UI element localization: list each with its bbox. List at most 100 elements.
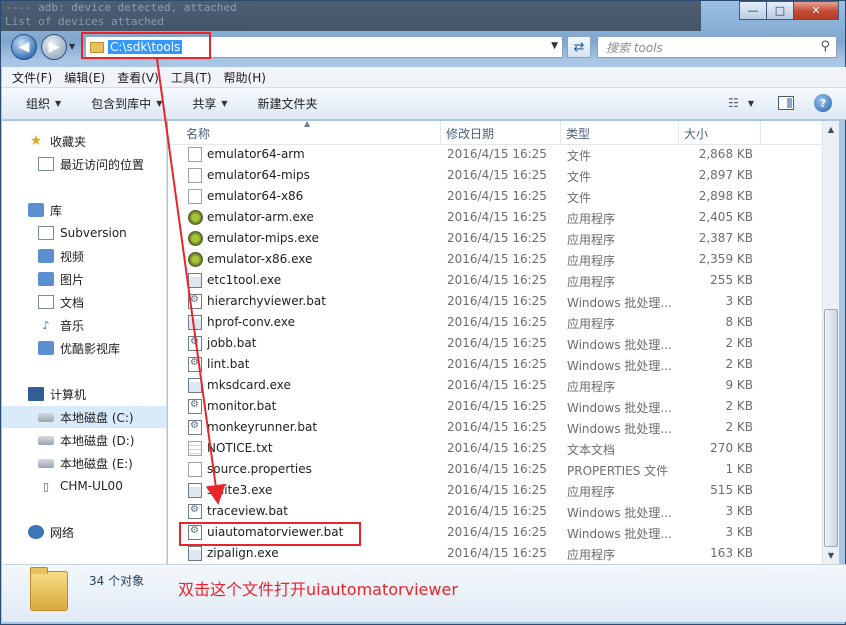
- column-size[interactable]: 大小: [684, 125, 708, 142]
- file-row[interactable]: monitor.bat 2016/4/15 16:25 Windows 批处理...…: [168, 396, 822, 417]
- search-box[interactable]: 搜索 tools ⚲: [597, 36, 837, 58]
- nav-favorites[interactable]: ★ 收藏夹: [2, 130, 166, 152]
- nav-videos[interactable]: 视频: [2, 245, 166, 267]
- file-name: etc1tool.exe: [207, 273, 282, 287]
- file-row[interactable]: NOTICE.txt 2016/4/15 16:25 文本文档 270 KB: [168, 438, 822, 459]
- nav-network[interactable]: 网络: [2, 521, 166, 543]
- nav-drive-e[interactable]: 本地磁盘 (E:): [2, 452, 166, 474]
- refresh-button[interactable]: ⇄: [567, 36, 591, 58]
- share-button[interactable]: 共享 ▼: [192, 95, 227, 112]
- column-divider[interactable]: [760, 121, 761, 145]
- file-type: Windows 批处理...: [567, 401, 672, 415]
- file-name: emulator64-arm: [207, 147, 305, 161]
- file-type: Windows 批处理...: [567, 422, 672, 436]
- new-folder-button[interactable]: 新建文件夹: [258, 95, 318, 112]
- menu-help[interactable]: 帮助(H): [224, 69, 266, 86]
- file-date: 2016/4/15 16:25: [447, 273, 547, 287]
- nav-documents[interactable]: 文档: [2, 291, 166, 313]
- nav-libraries[interactable]: 库: [2, 199, 166, 221]
- chevron-down-icon: ▼: [156, 99, 163, 108]
- file-row[interactable]: emulator-mips.exe 2016/4/15 16:25 应用程序 2,38…: [168, 228, 822, 249]
- file-row[interactable]: emulator64-mips 2016/4/15 16:25 文件 2,897 KB: [168, 165, 822, 186]
- column-name[interactable]: 名称: [186, 125, 210, 142]
- file-row[interactable]: emulator-arm.exe 2016/4/15 16:25 应用程序 2,405…: [168, 207, 822, 228]
- column-date[interactable]: 修改日期: [446, 125, 494, 142]
- scroll-thumb[interactable]: [824, 309, 838, 547]
- file-row[interactable]: emulator64-x86 2016/4/15 16:25 文件 2,898 KB: [168, 186, 822, 207]
- view-dropdown-icon[interactable]: ▼: [748, 99, 754, 108]
- menu-edit[interactable]: 编辑(E): [64, 69, 105, 86]
- file-row[interactable]: source.properties 2016/4/15 16:25 PROPERTI…: [168, 459, 822, 480]
- file-type: Windows 批处理...: [567, 527, 672, 541]
- file-row[interactable]: etc1tool.exe 2016/4/15 16:25 应用程序 255 KB: [168, 270, 822, 291]
- view-options-icon[interactable]: ☷: [728, 96, 739, 110]
- file-row[interactable]: zipalign.exe 2016/4/15 16:25 应用程序 163 KB: [168, 543, 822, 564]
- file-file-icon: [188, 147, 202, 162]
- nav-music[interactable]: ♪ 音乐: [2, 314, 166, 336]
- close-button[interactable]: ✕: [793, 1, 839, 20]
- nav-youku-library[interactable]: 优酷影视库: [2, 337, 166, 359]
- back-button[interactable]: ◀: [11, 34, 37, 60]
- file-row[interactable]: emulator64-arm 2016/4/15 16:25 文件 2,868 KB: [168, 144, 822, 165]
- nav-subversion[interactable]: Subversion: [2, 222, 166, 244]
- history-dropdown-icon[interactable]: ▼: [69, 42, 75, 51]
- organize-button[interactable]: 组织 ▼: [26, 95, 61, 112]
- search-icon[interactable]: ⚲: [820, 39, 830, 54]
- file-name: traceview.bat: [207, 504, 288, 518]
- file-row[interactable]: hierarchyviewer.bat 2016/4/15 16:25 Window…: [168, 291, 822, 312]
- file-row[interactable]: mksdcard.exe 2016/4/15 16:25 应用程序 9 KB: [168, 375, 822, 396]
- forward-arrow-icon: ▶: [48, 39, 60, 55]
- include-in-library-button[interactable]: 包含到库中 ▼: [91, 95, 162, 112]
- nav-pictures[interactable]: 图片: [2, 268, 166, 290]
- maximize-button[interactable]: □: [766, 1, 794, 20]
- column-divider[interactable]: [678, 121, 679, 145]
- file-row[interactable]: jobb.bat 2016/4/15 16:25 Windows 批处理... 2 K…: [168, 333, 822, 354]
- file-row[interactable]: monkeyrunner.bat 2016/4/15 16:25 Windows 批…: [168, 417, 822, 438]
- preview-pane-icon[interactable]: [778, 96, 794, 110]
- nav-drive-c[interactable]: 本地磁盘 (C:): [2, 406, 166, 428]
- nav-computer[interactable]: 计算机: [2, 383, 166, 405]
- file-type: 文件: [567, 191, 592, 205]
- scroll-up-icon[interactable]: ▲: [823, 121, 839, 138]
- file-size: 2,359 KB: [698, 252, 753, 266]
- file-row[interactable]: traceview.bat 2016/4/15 16:25 Windows 批处理.…: [168, 501, 822, 522]
- minimize-button[interactable]: —: [739, 1, 767, 20]
- file-type: PROPERTIES 文件: [567, 464, 669, 478]
- file-size: 3 KB: [725, 294, 753, 308]
- file-row[interactable]: lint.bat 2016/4/15 16:25 Windows 批处理... 2 K…: [168, 354, 822, 375]
- file-row[interactable]: sqlite3.exe 2016/4/15 16:25 应用程序 515 KB: [168, 480, 822, 501]
- file-row[interactable]: emulator-x86.exe 2016/4/15 16:25 应用程序 2,359…: [168, 249, 822, 270]
- forward-button[interactable]: ▶: [41, 34, 67, 60]
- file-size: 2,387 KB: [698, 231, 753, 245]
- command-bar: 组织 ▼ 包含到库中 ▼ 共享 ▼ 新建文件夹 ☷ ▼ ?: [2, 88, 846, 120]
- nav-device-chm[interactable]: ▯ CHM-UL00: [2, 475, 166, 497]
- file-date: 2016/4/15 16:25: [447, 189, 547, 203]
- file-type: Windows 批处理...: [567, 296, 672, 310]
- file-name: NOTICE.txt: [207, 441, 273, 455]
- menu-file[interactable]: 文件(F): [12, 69, 52, 86]
- exe-file-icon: [188, 273, 202, 288]
- file-type: 应用程序: [567, 233, 616, 247]
- file-date: 2016/4/15 16:25: [447, 420, 547, 434]
- vertical-scrollbar[interactable]: ▲ ▼: [822, 121, 839, 564]
- file-row[interactable]: hprof-conv.exe 2016/4/15 16:25 应用程序 8 KB: [168, 312, 822, 333]
- column-divider[interactable]: [440, 121, 441, 145]
- help-icon[interactable]: ?: [814, 94, 832, 112]
- nav-drive-d[interactable]: 本地磁盘 (D:): [2, 429, 166, 451]
- file-size: 2,868 KB: [698, 147, 753, 161]
- scroll-down-icon[interactable]: ▼: [823, 547, 839, 564]
- file-type: 应用程序: [567, 548, 616, 562]
- bat-file-icon: [188, 504, 202, 519]
- search-input[interactable]: 搜索 tools: [606, 39, 663, 56]
- file-date: 2016/4/15 16:25: [447, 378, 547, 392]
- file-date: 2016/4/15 16:25: [447, 504, 547, 518]
- column-type[interactable]: 类型: [566, 125, 590, 142]
- nav-recent-places[interactable]: 最近访问的位置: [2, 153, 166, 175]
- nav-drive-c-label: 本地磁盘 (C:): [60, 410, 134, 425]
- address-dropdown-icon[interactable]: ▼: [551, 41, 558, 51]
- menu-view[interactable]: 查看(V): [117, 69, 159, 86]
- file-date: 2016/4/15 16:25: [447, 210, 547, 224]
- menu-tools[interactable]: 工具(T): [171, 69, 212, 86]
- column-divider[interactable]: [560, 121, 561, 145]
- file-size: 2 KB: [725, 399, 753, 413]
